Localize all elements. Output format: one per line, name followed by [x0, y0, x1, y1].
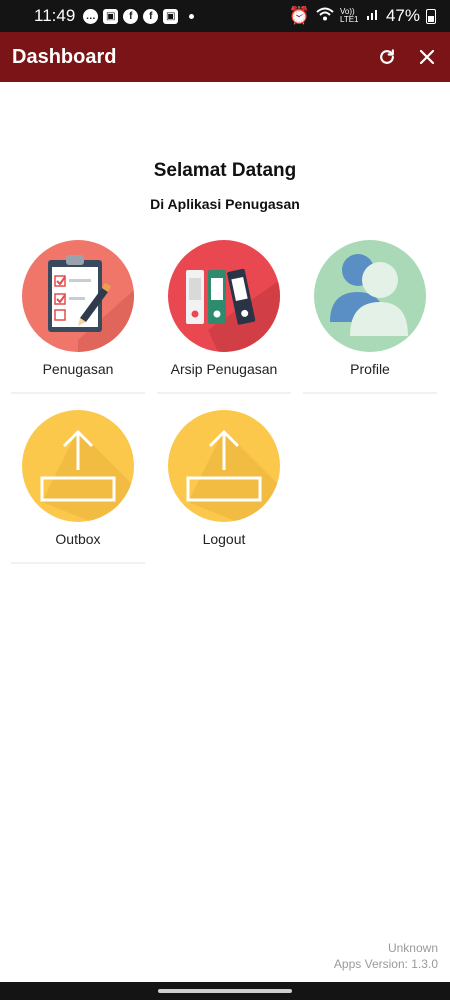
menu-item-label: Profile [350, 361, 390, 377]
home-gesture-handle[interactable] [158, 989, 292, 993]
menu-item-arsip-penugasan[interactable]: Arsip Penugasan [157, 234, 291, 394]
upload-icon [40, 429, 134, 522]
network-label: Vo)) LTE1 [339, 7, 359, 24]
welcome-subtitle: Di Aplikasi Penugasan [150, 196, 300, 212]
gallery-icon: ▣ [163, 8, 179, 24]
menu-item-penugasan[interactable]: Penugasan [11, 234, 145, 394]
clipboard-checklist-icon [48, 255, 134, 352]
battery-text: 47% [385, 6, 420, 25]
wifi-icon [316, 6, 334, 26]
status-time: 11:49 [34, 6, 76, 25]
menu-item-outbox[interactable]: Outbox [11, 404, 145, 564]
menu-item-profile[interactable]: Profile [303, 234, 437, 394]
app-bar-actions [376, 46, 438, 68]
chat-bubble-icon: … [83, 8, 99, 24]
menu-item-label: Arsip Penugasan [170, 361, 278, 377]
status-right: ⏰ Vo)) LTE1 47% [289, 6, 436, 26]
menu-icon-circle [22, 240, 134, 352]
facebook-icon: f [123, 8, 139, 24]
signal-icon [366, 6, 380, 26]
device-name: Unknown [387, 941, 438, 955]
close-button[interactable] [416, 46, 438, 68]
page-title: Dashboard [12, 45, 117, 68]
gallery-icon: ▣ [103, 8, 119, 24]
menu-icon-circle [22, 410, 134, 522]
refresh-icon [380, 49, 394, 64]
status-bar: 11:49 … ▣ f f ▣ ⏰ Vo)) LTE1 47% [0, 0, 450, 32]
users-icon [330, 254, 408, 336]
facebook-icon: f [143, 8, 159, 24]
menu-item-logout[interactable]: Logout [157, 404, 291, 564]
binders-icon [186, 268, 280, 352]
notification-icons: … ▣ f f ▣ [83, 8, 195, 24]
navigation-bar [0, 982, 450, 1000]
app-footer: Unknown Apps Version: 1.3.0 [334, 940, 438, 972]
menu-item-label: Outbox [55, 531, 101, 547]
welcome-title: Selamat Datang [153, 160, 297, 181]
app-version: Apps Version: 1.3.0 [333, 957, 438, 971]
close-icon [419, 49, 435, 65]
battery-icon [426, 8, 436, 24]
app-bar: Dashboard [0, 32, 450, 82]
upload-icon [186, 429, 280, 522]
alarm-icon: ⏰ [288, 6, 310, 25]
menu-icon-circle [168, 240, 280, 352]
more-notifications-icon [189, 13, 195, 19]
refresh-button[interactable] [376, 46, 398, 68]
menu-item-label: Penugasan [42, 361, 114, 377]
welcome-section: Selamat Datang Di Aplikasi Penugasan [0, 160, 450, 212]
menu-item-label: Logout [202, 531, 246, 547]
menu-icon-circle [168, 410, 280, 522]
menu-icon-circle [314, 240, 426, 352]
